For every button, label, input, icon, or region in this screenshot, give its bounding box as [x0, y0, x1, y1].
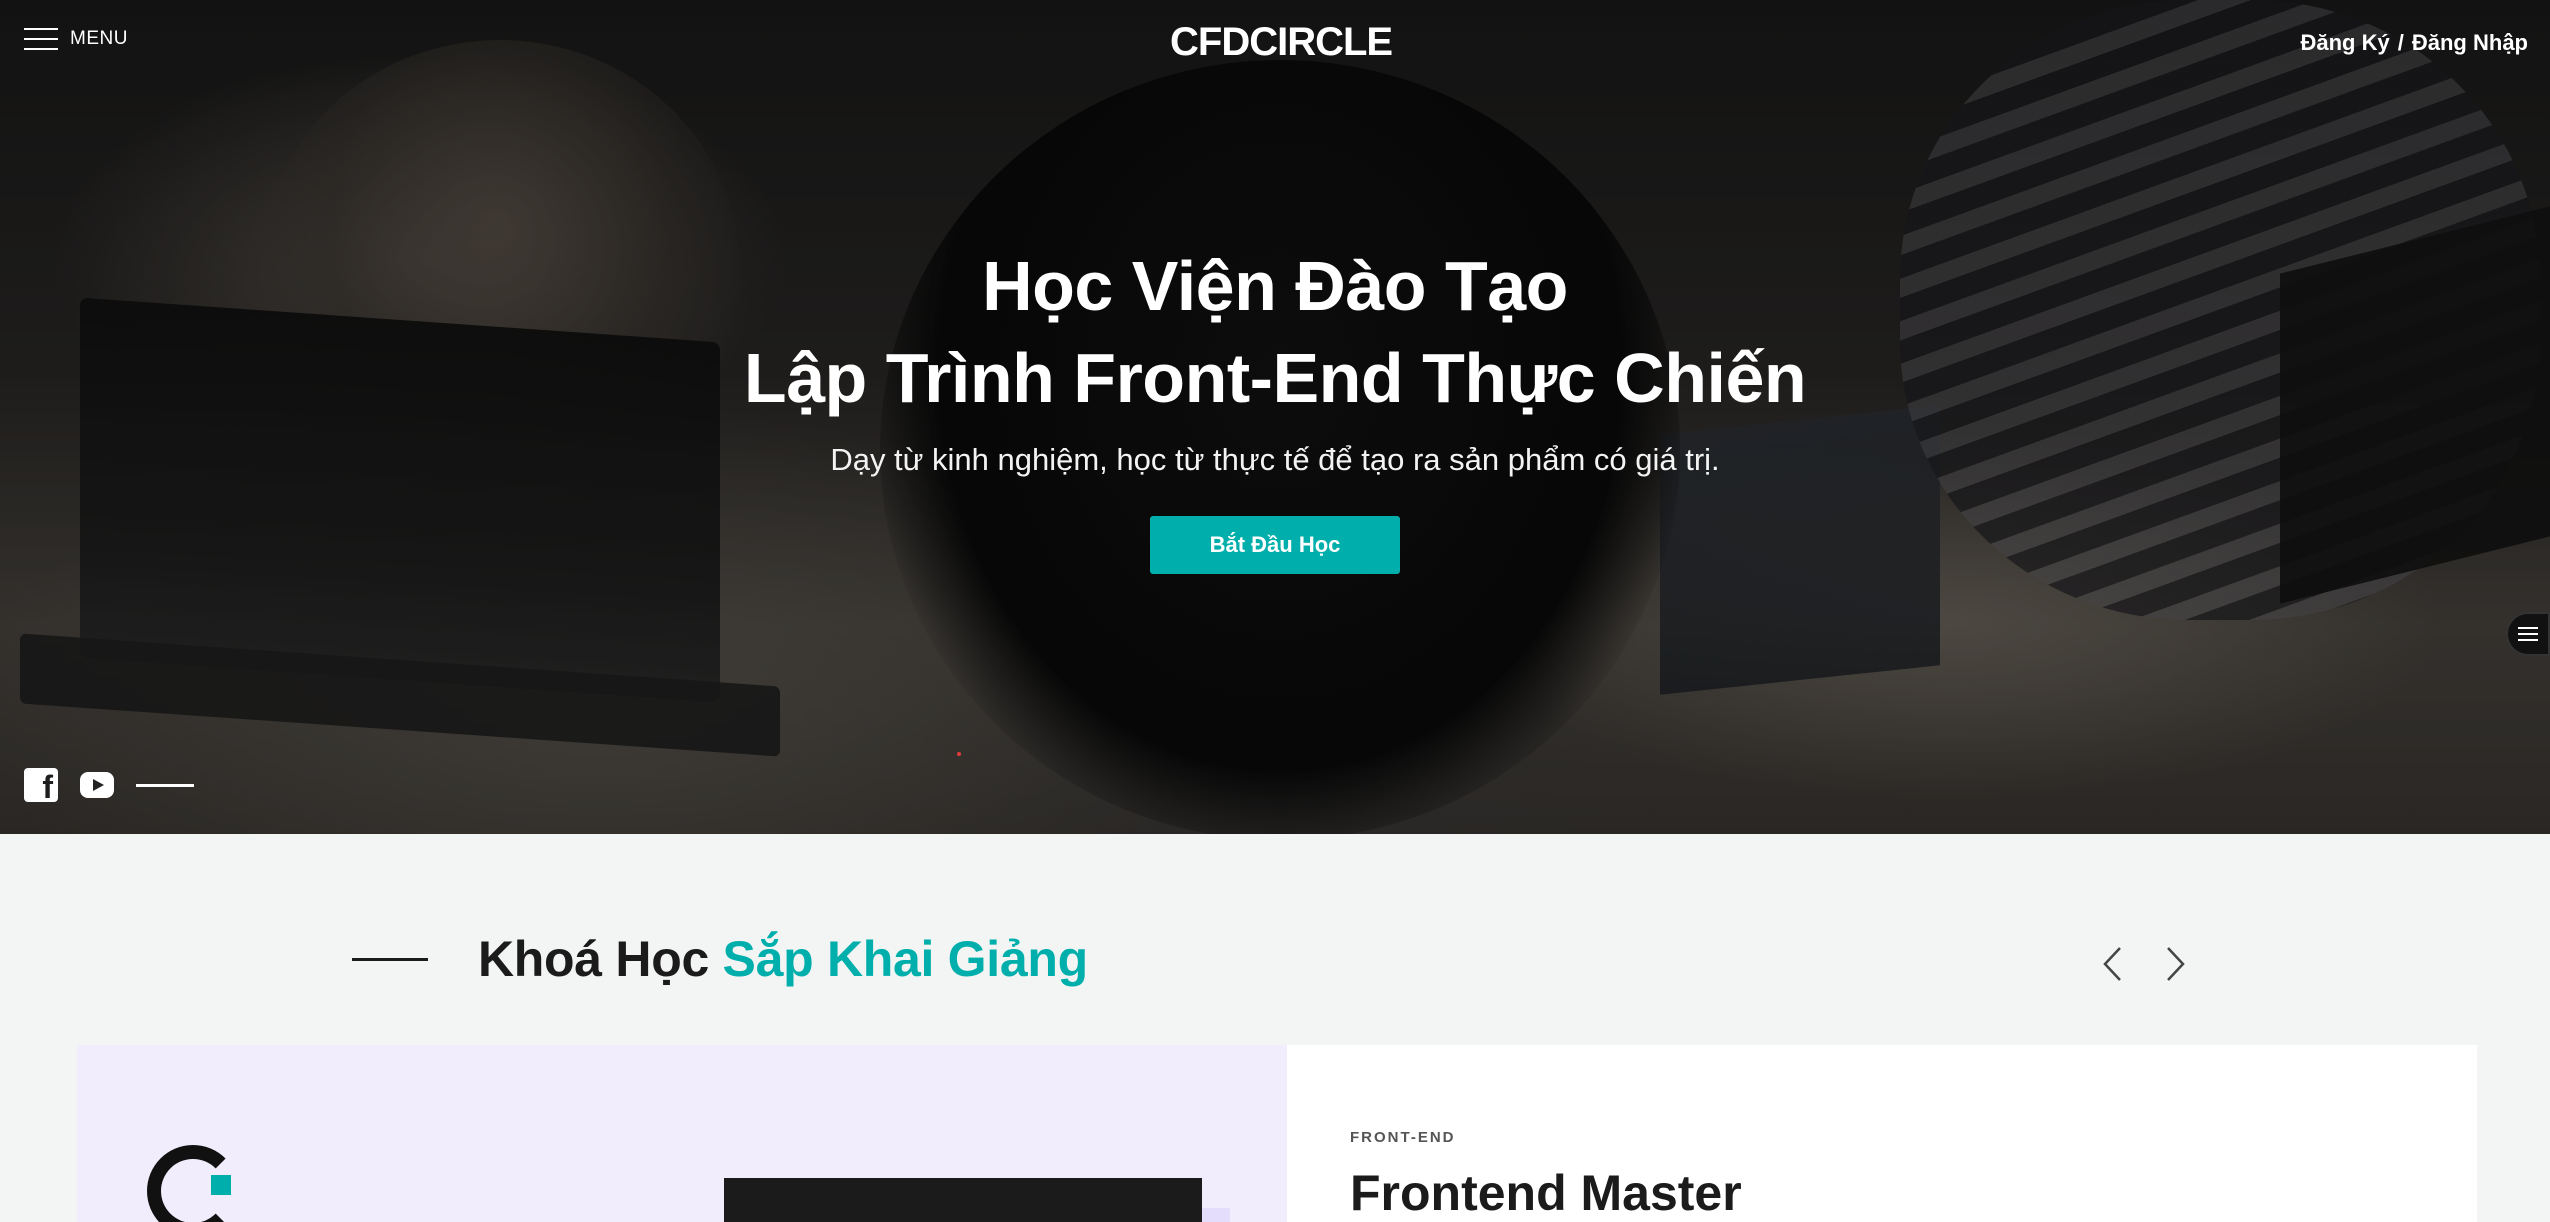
- register-link[interactable]: Đăng Ký: [2301, 30, 2390, 56]
- hero-subtitle: Dạy từ kinh nghiệm, học từ thực tế để tạ…: [830, 442, 1720, 477]
- section-title-part-2: Sắp Khai Giảng: [722, 931, 1089, 987]
- section-title: Khoá Học Sắp Khai Giảng: [478, 930, 1088, 988]
- hero-title-line-1: Học Viện Đào Tạo: [982, 247, 1568, 325]
- carousel-next-button[interactable]: [2162, 944, 2190, 984]
- hero-content: Học Viện Đào Tạo Lập Trình Front-End Thự…: [0, 240, 2550, 574]
- hamburger-icon[interactable]: [24, 28, 58, 50]
- course-category: FRONT-END: [1350, 1129, 1456, 1146]
- menu-label: MENU: [70, 28, 128, 49]
- chevron-left-icon: [2103, 947, 2121, 981]
- cfd-logo-square: [211, 1175, 231, 1195]
- section-heading: Khoá Học Sắp Khai Giảng: [352, 930, 1088, 988]
- social-divider-line: [136, 783, 194, 787]
- auth-separator: /: [2397, 30, 2404, 55]
- section-title-part-1: Khoá Học: [478, 931, 709, 987]
- site-logo[interactable]: CFDCIRCLE: [1170, 20, 1393, 65]
- social-links: [24, 768, 194, 806]
- carousel-prev-button[interactable]: [2098, 944, 2126, 984]
- course-card-decor: [1202, 1208, 1230, 1222]
- login-link[interactable]: Đăng Nhập: [2412, 30, 2528, 56]
- carousel-navigation: [2098, 944, 2190, 984]
- hero-banner: MENU CFDCIRCLE Đăng Ký / Đăng Nhập Học V…: [0, 0, 2550, 834]
- chevron-right-icon: [2167, 947, 2185, 981]
- course-card-photo: [724, 1178, 1202, 1222]
- floating-list-button[interactable]: [2506, 612, 2550, 656]
- youtube-icon[interactable]: [80, 772, 114, 798]
- course-card[interactable]: FRONT-END Frontend Master: [77, 1045, 2477, 1222]
- decorative-dot: [957, 752, 961, 756]
- hero-title: Học Viện Đào Tạo Lập Trình Front-End Thự…: [0, 240, 2550, 424]
- start-learning-button[interactable]: Bắt Đầu Học: [1150, 516, 1400, 574]
- hero-title-line-2: Lập Trình Front-End Thực Chiến: [743, 339, 1807, 417]
- course-title[interactable]: Frontend Master: [1350, 1164, 2414, 1222]
- menu-button[interactable]: MENU: [24, 28, 128, 50]
- top-navigation: MENU CFDCIRCLE Đăng Ký / Đăng Nhập: [0, 0, 2550, 90]
- facebook-icon[interactable]: [24, 768, 58, 806]
- auth-links: Đăng Ký / Đăng Nhập: [2301, 30, 2529, 56]
- course-card-body: FRONT-END Frontend Master: [1287, 1045, 2477, 1222]
- course-card-image: [77, 1045, 1287, 1222]
- list-icon: [2518, 627, 2538, 641]
- section-heading-line: [352, 957, 428, 961]
